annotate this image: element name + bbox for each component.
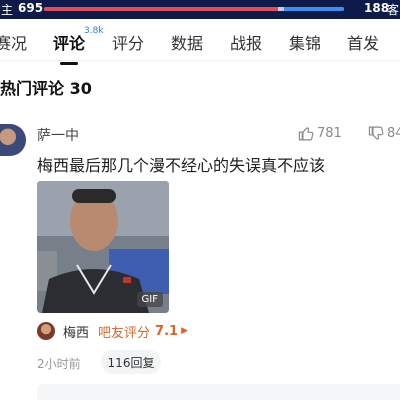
score-progress-track — [44, 7, 344, 11]
play-arrow-icon: ▶ — [181, 326, 188, 336]
home-team-label: 主 — [1, 3, 14, 17]
comment-gif[interactable]: GIF — [37, 181, 169, 313]
comment-text: 梅西最后那几个漫不经心的失误真不应该 — [37, 156, 326, 175]
tab-bar: 赛况 评论 3.8k 评分 数据 战报 集锦 首发 — [0, 19, 400, 61]
away-team-label: 客 — [387, 3, 400, 17]
dislike-button[interactable]: 84 — [368, 124, 400, 142]
tab-label: 战报 — [230, 34, 263, 53]
home-score-fill — [44, 7, 278, 11]
rating-label: 吧友评分 — [98, 325, 151, 341]
like-button[interactable]: 781 — [298, 124, 342, 142]
tab-divider — [0, 60, 400, 61]
hot-comments-title: 热门评论 30 — [0, 79, 92, 98]
comment-count-badge: 3.8k — [84, 26, 104, 36]
score-bar: 主 695 188 客 — [0, 0, 400, 19]
active-tab-indicator — [60, 62, 78, 65]
tab-stats[interactable]: 数据 — [171, 30, 203, 54]
avatar[interactable] — [0, 124, 26, 156]
rating-player-name: 梅西 — [63, 325, 90, 341]
comment-username[interactable]: 萨一中 — [37, 125, 79, 145]
like-count: 781 — [317, 125, 342, 141]
tab-label: 赛况 — [0, 34, 28, 53]
tab-game-status[interactable]: 赛况 — [0, 30, 27, 54]
tab-label: 评论 — [53, 34, 86, 53]
thumbs-down-icon — [368, 126, 384, 140]
dislike-count: 84 — [387, 125, 400, 141]
tab-label: 评分 — [112, 34, 145, 53]
tab-label: 集锦 — [289, 34, 322, 53]
tab-ratings[interactable]: 评分 — [112, 30, 144, 54]
player-rating-link[interactable]: 梅西 吧友评分 7.1 ▶ — [37, 322, 188, 341]
comment-time: 2小时前 — [37, 357, 81, 371]
away-score-fill — [284, 7, 344, 11]
player-avatar — [37, 322, 55, 340]
tab-label: 数据 — [171, 34, 204, 53]
gif-badge: GIF — [136, 292, 163, 307]
tab-comments[interactable]: 评论 3.8k — [53, 26, 104, 54]
away-score: 188 — [364, 1, 390, 15]
home-score: 695 — [18, 1, 44, 15]
tab-highlights[interactable]: 集锦 — [289, 30, 321, 54]
next-comment-preview — [37, 384, 400, 400]
rating-score: 7.1 — [155, 323, 179, 339]
tab-lineup[interactable]: 首发 — [347, 30, 379, 54]
tab-report[interactable]: 战报 — [230, 30, 262, 54]
thumbs-up-icon — [298, 126, 314, 140]
reply-count-button[interactable]: 116回复 — [101, 350, 161, 374]
tab-label: 首发 — [347, 34, 380, 53]
